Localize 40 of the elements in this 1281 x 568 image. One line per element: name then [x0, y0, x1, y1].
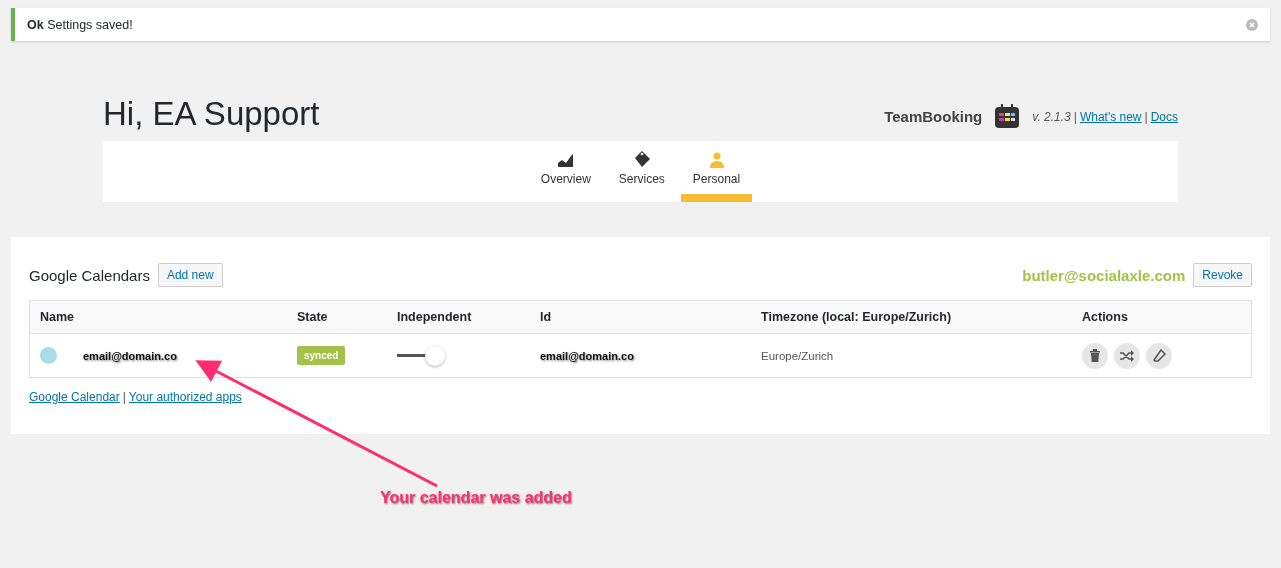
trash-icon: [1089, 349, 1101, 362]
chart-icon: [556, 152, 575, 168]
separator-text: |: [1073, 110, 1077, 124]
text-link[interactable]: Your authorized apps: [128, 390, 242, 404]
calendar-name: email@domain.co: [83, 349, 177, 362]
version-text: v. 2.1.3: [1032, 110, 1071, 124]
add-new-button[interactable]: Add new: [157, 263, 223, 287]
tag-icon: [632, 150, 651, 168]
revoke-button[interactable]: Revoke: [1193, 263, 1252, 287]
state-badge: synced: [297, 346, 346, 365]
action-button[interactable]: [1082, 342, 1108, 369]
action-button[interactable]: [1114, 342, 1140, 369]
person-icon: [708, 152, 725, 168]
column-header: Id: [540, 310, 553, 324]
column-header: Independent: [397, 310, 473, 324]
notice-text: Ok Settings saved!: [27, 17, 133, 32]
eraser-icon: [1152, 349, 1166, 362]
separator-text: |: [1144, 110, 1148, 124]
calendar-icon: [994, 103, 1021, 129]
action-button[interactable]: [1146, 342, 1172, 369]
nav-tab[interactable]: Personal: [680, 141, 753, 202]
nav-tab[interactable]: Services: [606, 141, 677, 202]
section-title: Google Calendars: [29, 266, 150, 284]
shuffle-icon: [1120, 349, 1134, 362]
column-header: Actions: [1082, 310, 1129, 324]
independent-toggle[interactable]: [397, 345, 447, 366]
annotation-text: Your calendar was added: [380, 489, 572, 507]
calendar-id: email@domain.co: [540, 349, 634, 362]
column-header: State: [297, 310, 329, 324]
nav-tab[interactable]: Overview: [528, 141, 603, 202]
text-link[interactable]: Google Calendar: [29, 390, 120, 404]
greeting-heading: Hi, EA Support: [103, 95, 320, 133]
account-email: butler@socialaxle.com: [1022, 266, 1186, 284]
column-header: Timezone (local: Europe/Zurich): [761, 310, 953, 324]
brand-name: TeamBooking: [884, 107, 983, 125]
text-link[interactable]: What's new: [1079, 110, 1142, 124]
timezone-text: Europe/Zurich: [761, 349, 835, 362]
separator-text: |: [122, 390, 126, 404]
column-header: Name: [40, 310, 76, 324]
text-link[interactable]: Docs: [1150, 110, 1178, 124]
